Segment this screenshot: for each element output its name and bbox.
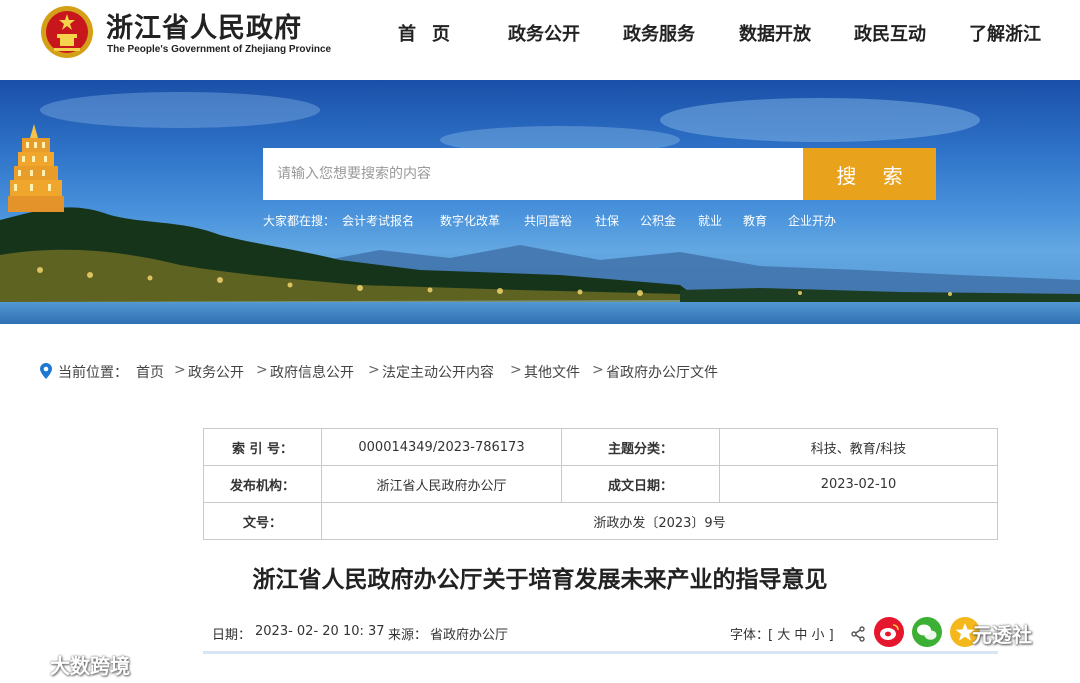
source-value: 省政府办公厅	[430, 628, 509, 643]
west-lake-scenery	[0, 92, 1080, 324]
source-label: 来源：	[388, 628, 428, 643]
breadcrumb-separator: >	[368, 362, 380, 378]
hot-link-accounting-exam[interactable]: 会计考试报名	[342, 212, 414, 229]
hero-banner	[0, 80, 1080, 324]
share-icon[interactable]	[850, 626, 866, 642]
breadcrumb-prefix: 当前位置：	[58, 365, 128, 381]
hot-link-employment[interactable]: 就业	[698, 212, 722, 229]
weibo-icon[interactable]	[874, 617, 904, 647]
watermark-right: 元透社	[972, 623, 1032, 647]
hot-link-education[interactable]: 教育	[743, 212, 767, 229]
index-number-value: 000014349/2023-786173	[321, 428, 562, 466]
index-number-label: 索 引 号：	[203, 428, 322, 466]
breadcrumb-separator: >	[592, 362, 604, 378]
breadcrumb-other-files[interactable]: 其他文件	[524, 362, 580, 382]
site-header: 浙江省人民政府 The People's Government of Zheji…	[0, 0, 1080, 80]
nav-home[interactable]: 首页	[398, 20, 466, 46]
breadcrumb-home[interactable]: 首页	[136, 362, 164, 382]
nav-interaction[interactable]: 政民互动	[854, 20, 926, 46]
pagoda-icon	[8, 124, 64, 212]
wechat-icon[interactable]	[912, 617, 942, 647]
page-title: 浙江省人民政府办公厅关于培育发展未来产业的指导意见	[252, 567, 828, 593]
written-date-value: 2023-02-10	[719, 465, 998, 503]
date-label: 日期：	[212, 628, 252, 643]
breadcrumb-office-files[interactable]: 省政府办公厅文件	[606, 362, 718, 382]
location-pin-icon	[40, 363, 52, 379]
table-row: 索 引 号： 000014349/2023-786173 主题分类： 科技、教育…	[203, 428, 998, 466]
hot-link-social-security[interactable]: 社保	[595, 212, 619, 229]
site-title[interactable]: 浙江省人民政府	[106, 6, 302, 45]
date-value: 2023- 02- 20 10: 37	[255, 624, 385, 639]
table-row: 发布机构： 浙江省人民政府办公厅 成文日期： 2023-02-10	[203, 465, 998, 503]
doc-number-value: 浙政办发〔2023〕9号	[321, 502, 998, 540]
breadcrumb-separator: >	[256, 362, 268, 378]
written-date-label: 成文日期：	[561, 465, 720, 503]
hot-link-common-prosperity[interactable]: 共同富裕	[524, 212, 572, 229]
weibo-watermark-icon	[13, 654, 45, 673]
search-input[interactable]	[263, 148, 803, 200]
breadcrumb-separator: >	[174, 362, 186, 378]
hot-link-business-start[interactable]: 企业开办	[788, 212, 836, 229]
breadcrumb-separator: >	[510, 362, 522, 378]
breadcrumb-statutory-content[interactable]: 法定主动公开内容	[382, 362, 494, 382]
site-subtitle: The People's Government of Zhejiang Prov…	[107, 44, 332, 55]
watermark-left: 大数跨境	[50, 654, 130, 678]
breadcrumb-gov-affairs-open[interactable]: 政务公开	[188, 362, 244, 382]
divider	[203, 651, 998, 654]
nav-about-zhejiang[interactable]: 了解浙江	[969, 20, 1041, 46]
doc-number-label: 文号：	[203, 502, 322, 540]
national-emblem-icon[interactable]	[40, 4, 94, 60]
topic-value: 科技、教育/科技	[719, 428, 998, 466]
search-button[interactable]: 搜 索	[803, 148, 936, 200]
document-info-table: 索 引 号： 000014349/2023-786173 主题分类： 科技、教育…	[203, 428, 998, 540]
nav-gov-services[interactable]: 政务服务	[623, 20, 695, 46]
hot-link-digital-reform[interactable]: 数字化改革	[440, 212, 500, 229]
breadcrumb-gov-info-open[interactable]: 政府信息公开	[270, 362, 354, 382]
table-row: 文号： 浙政办发〔2023〕9号	[203, 502, 998, 540]
nav-gov-affairs-open[interactable]: 政务公开	[508, 20, 580, 46]
font-size-options[interactable]: [ 大 中 小 ]	[768, 624, 834, 643]
hot-search-label: 大家都在搜：	[263, 214, 336, 228]
hot-link-housing-fund[interactable]: 公积金	[640, 212, 676, 229]
issuer-value: 浙江省人民政府办公厅	[321, 465, 562, 503]
topic-label: 主题分类：	[561, 428, 720, 466]
nav-open-data[interactable]: 数据开放	[739, 20, 811, 46]
issuer-label: 发布机构：	[203, 465, 322, 503]
font-size-label: 字体：	[730, 628, 770, 643]
